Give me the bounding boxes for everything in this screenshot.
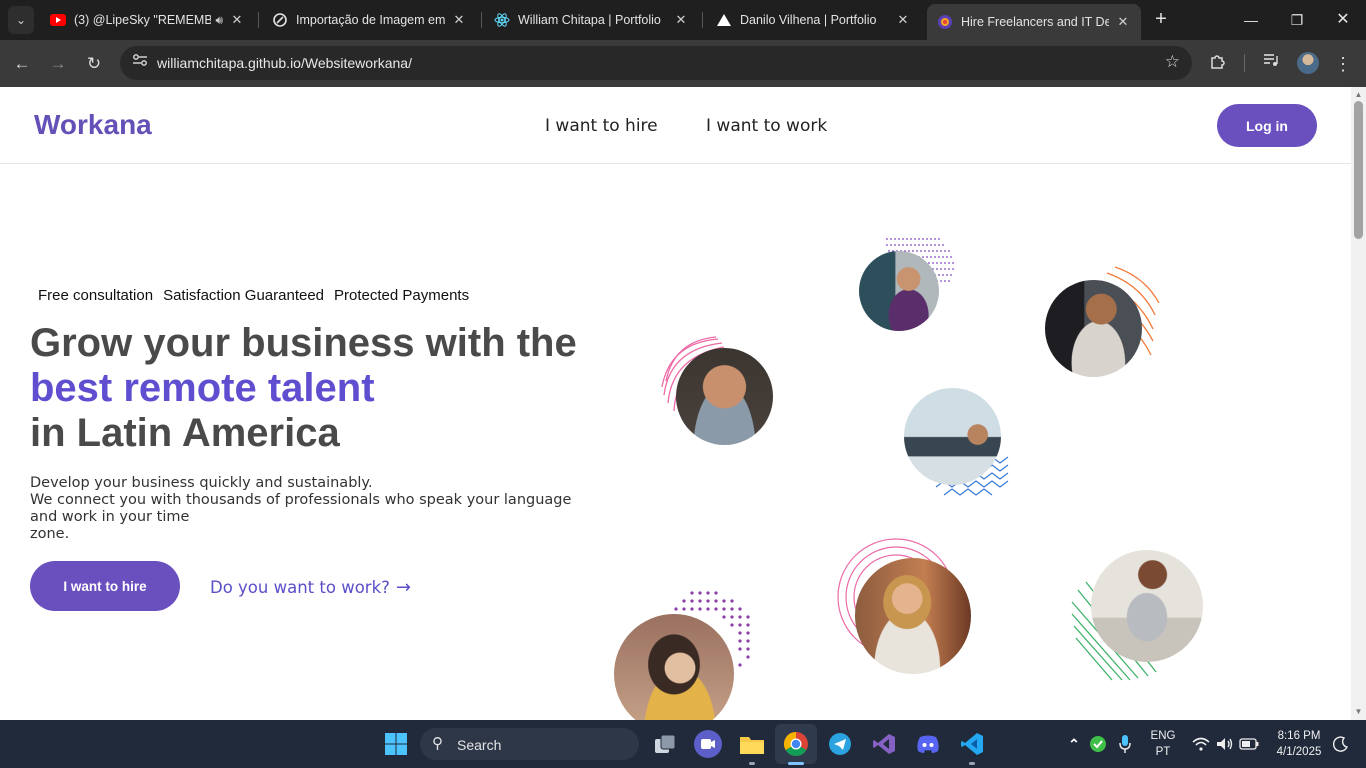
freelancer-photo-smiling-man (676, 348, 773, 445)
tab-title: (3) @LipeSky "REMEMBE (74, 13, 212, 27)
description-line: zone. (30, 526, 70, 542)
teams-chat-icon[interactable] (694, 730, 722, 758)
vercel-icon (716, 12, 732, 28)
nav-hire-link[interactable]: I want to hire (545, 116, 658, 136)
nav-work-link[interactable]: I want to work (706, 116, 827, 136)
youtube-icon (50, 12, 66, 28)
tab-title: Hire Freelancers and IT Deve (961, 15, 1109, 29)
headline-accent: best remote talent (30, 366, 375, 410)
windows-start-icon[interactable] (382, 730, 410, 758)
maximize-icon[interactable]: ❐ (1285, 8, 1309, 32)
url-text: williamchitapa.github.io/Websiteworkana/ (157, 55, 412, 71)
running-indicator (749, 762, 755, 765)
tab-danilo-portfolio[interactable]: Danilo Vilhena | Portfolio ✕ (706, 4, 921, 36)
search-label: Search (457, 737, 502, 753)
headline-line-3: in Latin America (30, 411, 340, 455)
arrow-right-icon: → (395, 577, 411, 598)
freelancer-photo-woman-podcast (855, 558, 971, 674)
page-scrollbar[interactable]: ▲ ▼ (1351, 87, 1366, 720)
search-icon: ⚲ (432, 735, 443, 752)
hero-description: Develop your business quickly and sustai… (30, 475, 600, 543)
notifications-moon-icon[interactable] (1327, 730, 1355, 758)
close-tab-icon[interactable]: ✕ (229, 12, 245, 28)
feature-item: Satisfaction Guaranteed (163, 287, 325, 304)
profile-avatar[interactable] (1297, 52, 1319, 74)
freelancer-photo-woman-laptop (859, 251, 939, 331)
clock-time[interactable]: 8:16 PM (1268, 730, 1330, 742)
running-indicator (969, 762, 975, 765)
bookmark-star-icon[interactable]: ☆ (1165, 52, 1180, 72)
new-tab-plus-icon[interactable]: + (1150, 8, 1172, 30)
battery-icon[interactable] (1235, 730, 1263, 758)
freelancer-photo-man-glasses (1045, 280, 1142, 377)
file-explorer-icon[interactable] (738, 730, 766, 758)
description-line: We connect you with thousands of profess… (30, 492, 572, 525)
workana-icon (937, 14, 953, 30)
tray-app-icon[interactable] (1084, 730, 1112, 758)
tab-william-portfolio[interactable]: William Chitapa | Portfolio ✕ (484, 4, 699, 36)
site-settings-icon[interactable] (128, 51, 152, 75)
openai-icon (272, 12, 288, 28)
taskbar-search[interactable]: ⚲ Search (420, 728, 639, 760)
react-icon (494, 12, 510, 28)
close-window-icon[interactable]: ✕ (1331, 8, 1355, 32)
minimize-icon[interactable]: — (1239, 8, 1263, 32)
vscode-icon[interactable] (958, 730, 986, 758)
microphone-icon[interactable] (1111, 730, 1139, 758)
tab-youtube[interactable]: (3) @LipeSky "REMEMBE 🔊︎ ✕ (40, 4, 255, 36)
scroll-up-arrow-icon[interactable]: ▲ (1354, 90, 1363, 99)
freelancer-photo-man-desk (904, 388, 1001, 485)
tab-divider (702, 12, 703, 28)
tab-title: Importação de Imagem em F (296, 13, 445, 27)
description-line: Develop your business quickly and sustai… (30, 475, 373, 491)
running-indicator (788, 762, 804, 765)
tab-image-import[interactable]: Importação de Imagem em F ✕ (262, 4, 477, 36)
toolbar-divider (1244, 54, 1245, 72)
language-indicator-bottom[interactable]: PT (1146, 746, 1180, 758)
close-tab-icon[interactable]: ✕ (451, 12, 467, 28)
forward-arrow-icon[interactable]: → (46, 52, 70, 76)
hero-headline: Grow your business with the best remote … (30, 321, 577, 456)
reload-icon[interactable]: ↻ (82, 52, 106, 76)
workana-logo[interactable]: Workana (34, 109, 152, 141)
browser-menu-icon[interactable]: ⋮ (1331, 52, 1355, 76)
discord-icon[interactable] (914, 730, 942, 758)
work-link[interactable]: Do you want to work? → (210, 577, 411, 598)
address-bar[interactable]: williamchitapa.github.io/Websiteworkana/… (120, 46, 1192, 80)
hire-cta-button[interactable]: I want to hire (30, 561, 180, 611)
extensions-puzzle-icon[interactable] (1206, 52, 1230, 76)
browser-toolbar: ← → ↻ williamchitapa.github.io/Websitewo… (0, 40, 1366, 87)
browser-tab-strip: ⌄ (3) @LipeSky "REMEMBE 🔊︎ ✕ Importação … (0, 0, 1366, 40)
clock-date[interactable]: 4/1/2025 (1268, 746, 1330, 758)
back-arrow-icon[interactable]: ← (10, 52, 34, 76)
tab-divider (258, 12, 259, 28)
language-indicator-top[interactable]: ENG (1146, 730, 1180, 742)
tab-title: William Chitapa | Portfolio (518, 13, 661, 27)
work-link-label: Do you want to work? (210, 578, 390, 597)
site-header: Workana I want to hire I want to work Lo… (0, 87, 1351, 164)
close-tab-icon[interactable]: ✕ (673, 12, 689, 28)
tab-divider (481, 12, 482, 28)
close-tab-icon[interactable]: ✕ (895, 12, 911, 28)
audio-playing-icon[interactable]: 🔊︎ (215, 13, 223, 28)
freelancer-photo-woman-floor (1091, 550, 1203, 662)
chrome-icon[interactable] (782, 730, 810, 758)
headline-line-1: Grow your business with the (30, 321, 577, 365)
feature-list: Free consultation Satisfaction Guarantee… (38, 287, 469, 304)
tab-search-chevron-icon[interactable]: ⌄ (8, 6, 34, 34)
scrollbar-thumb[interactable] (1354, 101, 1363, 239)
page-viewport: Workana I want to hire I want to work Lo… (0, 87, 1351, 720)
telegram-icon[interactable] (826, 730, 854, 758)
feature-item: Free consultation (38, 287, 154, 304)
close-tab-icon[interactable]: ✕ (1115, 14, 1131, 30)
feature-item: Protected Payments (334, 287, 470, 304)
media-controls-icon[interactable] (1259, 52, 1283, 76)
scroll-down-arrow-icon[interactable]: ▼ (1354, 707, 1363, 716)
tab-title: Danilo Vilhena | Portfolio (740, 13, 877, 27)
visual-studio-icon[interactable] (870, 730, 898, 758)
login-button[interactable]: Log in (1217, 104, 1317, 147)
tab-workana-active[interactable]: Hire Freelancers and IT Deve ✕ (927, 4, 1141, 40)
windows-taskbar: ⚲ Search ⌃ ENG PT 8:16 PM 4/1/2025 (0, 720, 1366, 768)
task-view-icon[interactable] (651, 730, 679, 758)
